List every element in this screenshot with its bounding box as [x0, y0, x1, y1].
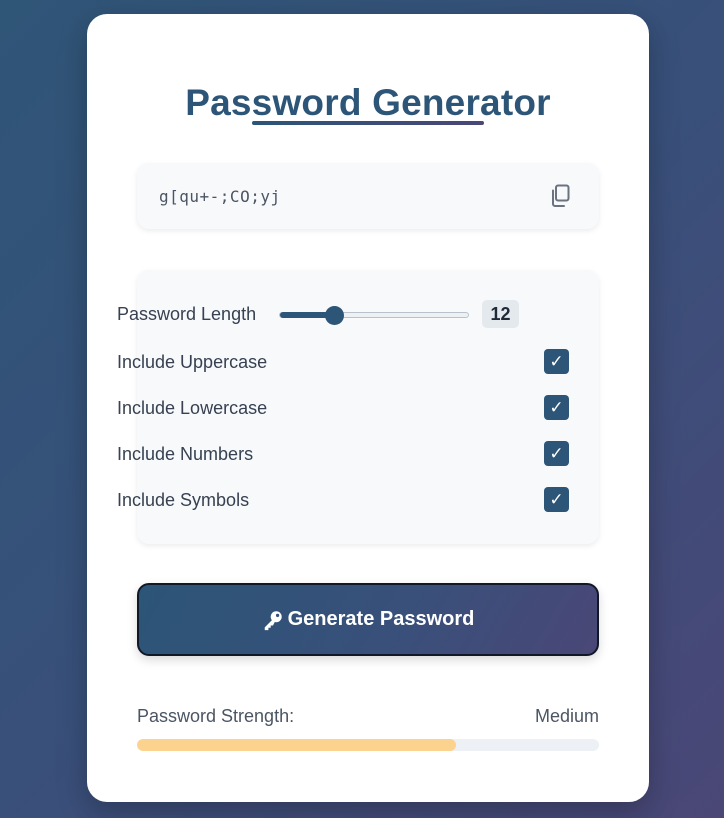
lowercase-checkbox[interactable]: ✓ — [544, 395, 569, 420]
symbols-label: Include Symbols — [117, 490, 250, 510]
length-value: 12 — [482, 300, 519, 328]
generate-button-label: Generate Password — [287, 608, 475, 630]
page-title: Password Generator — [185, 82, 551, 123]
lowercase-label: Include Lowercase — [117, 398, 268, 418]
strength-label: Password Strength: — [137, 706, 295, 726]
strength-value: Medium — [534, 706, 599, 726]
copy-icon[interactable] — [549, 184, 571, 208]
numbers-label: Include Numbers — [117, 444, 254, 464]
length-slider-thumb[interactable] — [324, 306, 344, 325]
title-underline — [252, 121, 484, 125]
password-text[interactable]: g[qu+-;CO;yj — [159, 187, 281, 206]
password-output: g[qu+-;CO;yj — [137, 163, 599, 229]
key-icon — [264, 610, 282, 630]
length-label: Password Length — [117, 304, 257, 324]
uppercase-label: Include Uppercase — [117, 352, 268, 372]
strength-bar — [137, 739, 599, 751]
length-slider[interactable] — [279, 306, 469, 325]
generator-card: Password Generator g[qu+-;CO;yj Password… — [87, 14, 649, 802]
generate-button[interactable]: Generate Password — [137, 583, 599, 656]
uppercase-checkbox[interactable]: ✓ — [544, 349, 569, 374]
numbers-checkbox[interactable]: ✓ — [544, 441, 569, 466]
strength-bar-fill — [137, 739, 456, 751]
symbols-checkbox[interactable]: ✓ — [544, 487, 569, 512]
